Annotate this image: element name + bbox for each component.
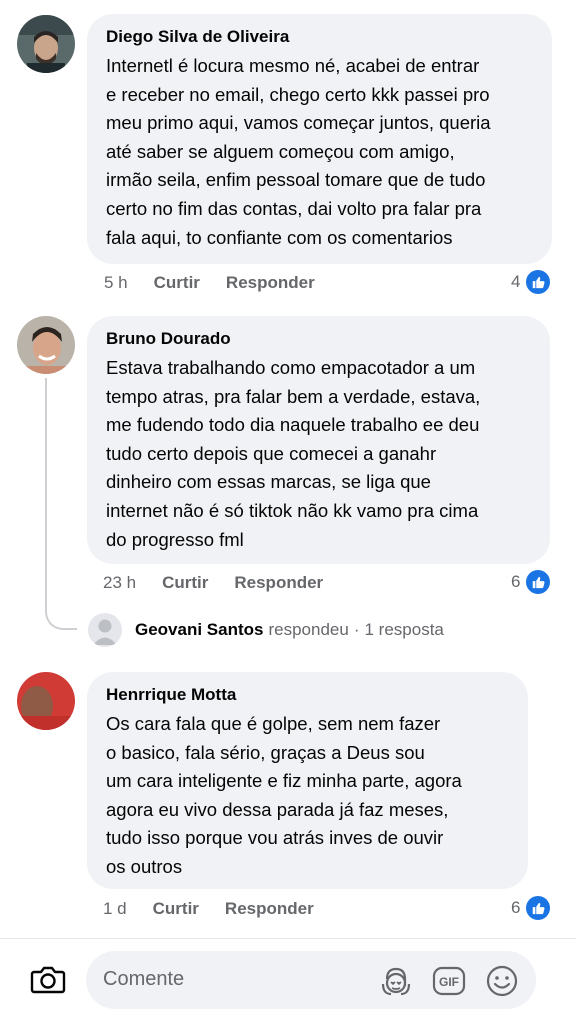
comment-author[interactable]: Bruno Dourado xyxy=(106,328,530,350)
reply-action: respondeu xyxy=(268,620,349,639)
comment-time[interactable]: 5 h xyxy=(104,273,128,293)
comment-bubble: Bruno Dourado Estava trabalhando como em… xyxy=(87,316,550,564)
reply-separator: · xyxy=(353,620,360,639)
reply-button[interactable]: Responder xyxy=(234,573,323,593)
comment-actions: 23 h Curtir Responder xyxy=(103,569,349,597)
like-button[interactable]: Curtir xyxy=(162,573,208,593)
comment-author[interactable]: Diego Silva de Oliveira xyxy=(106,26,532,48)
reply-author: Geovani Santos xyxy=(135,620,264,639)
comment-actions: 1 d Curtir Responder xyxy=(103,895,340,923)
comment-input[interactable]: Comente GIF xyxy=(86,951,536,1009)
reaction-count: 4 xyxy=(511,272,521,291)
comment-bubble: Diego Silva de Oliveira Internetl é locu… xyxy=(87,14,552,264)
comment-text: Estava trabalhando como empacotador a um… xyxy=(106,357,481,550)
comment-author[interactable]: Henrrique Motta xyxy=(106,684,508,706)
comment-text: Internetl é locura mesmo né, acabei de e… xyxy=(106,55,491,248)
like-icon xyxy=(526,570,551,594)
avatar[interactable] xyxy=(17,316,75,374)
like-button[interactable]: Curtir xyxy=(154,273,200,293)
reply-button[interactable]: Responder xyxy=(226,273,315,293)
view-replies-link[interactable]: Geovani Santos respondeu · 1 resposta xyxy=(88,612,444,648)
comment-bubble: Henrrique Motta Os cara fala que é golpe… xyxy=(87,672,528,889)
gif-icon[interactable]: GIF xyxy=(432,964,466,998)
comment-time[interactable]: 1 d xyxy=(103,899,127,919)
camera-icon[interactable] xyxy=(28,959,68,999)
thread-connector xyxy=(45,378,77,630)
emoji-icon[interactable] xyxy=(485,964,519,998)
reaction-count: 6 xyxy=(511,898,521,917)
reply-button[interactable]: Responder xyxy=(225,899,314,919)
reaction-summary[interactable]: 4 xyxy=(511,270,551,294)
reaction-count: 6 xyxy=(511,572,521,591)
reply-count: 1 resposta xyxy=(364,620,444,639)
like-button[interactable]: Curtir xyxy=(153,899,199,919)
avatar-sticker-icon[interactable] xyxy=(379,964,413,998)
comment-input-placeholder: Comente xyxy=(103,968,185,990)
avatar[interactable] xyxy=(17,672,75,730)
gif-label: GIF xyxy=(439,975,459,989)
reaction-summary[interactable]: 6 xyxy=(511,896,551,920)
comment-composer: Comente GIF xyxy=(0,938,576,1024)
reply-avatar xyxy=(88,613,122,647)
avatar[interactable] xyxy=(17,15,75,73)
like-icon xyxy=(526,270,551,294)
like-icon xyxy=(526,896,551,920)
comment-actions: 5 h Curtir Responder xyxy=(104,269,341,297)
reaction-summary[interactable]: 6 xyxy=(511,570,551,594)
comment-text: Os cara fala que é golpe, sem nem fazer … xyxy=(106,713,462,877)
comment-time[interactable]: 23 h xyxy=(103,573,136,593)
